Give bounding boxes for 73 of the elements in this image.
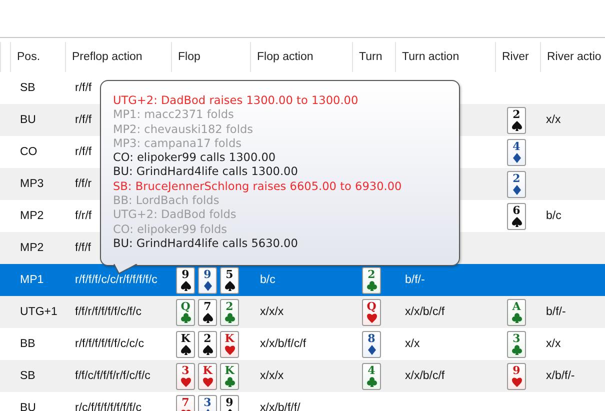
playing-card: 9 bbox=[198, 266, 217, 294]
playing-card: Q bbox=[362, 298, 381, 326]
tooltip-line: BB: LordBach folds bbox=[113, 194, 220, 208]
playing-card: 5 bbox=[220, 266, 239, 294]
playing-card: 2 bbox=[198, 330, 217, 358]
tooltip-line: CO: elipoker99 folds bbox=[113, 222, 228, 237]
table-cell: f/r/f bbox=[75, 210, 92, 222]
tooltip-line: BU: GrindHard4life calls 5630.00 bbox=[113, 236, 299, 252]
playing-card: 2 bbox=[507, 106, 526, 134]
playing-card: 9 bbox=[507, 362, 526, 390]
table-cell: BB bbox=[20, 338, 36, 350]
table-cell: x/b/f/- bbox=[546, 370, 575, 382]
playing-card: Q bbox=[176, 298, 195, 326]
table-cell: r/f/f bbox=[75, 114, 92, 126]
table-cell: BU bbox=[20, 402, 36, 411]
playing-card: 3 bbox=[507, 330, 526, 358]
playing-card: K bbox=[198, 362, 217, 390]
table-cell: b/c bbox=[546, 210, 562, 222]
table-cell: MP1 bbox=[20, 274, 44, 286]
playing-card: 3 bbox=[198, 394, 217, 411]
table-cell: x/x bbox=[405, 338, 420, 350]
playing-card: 4 bbox=[507, 138, 526, 166]
table-cell: MP3 bbox=[20, 178, 44, 190]
playing-card: K bbox=[220, 362, 239, 390]
tooltip-line: MP2: chevauski182 folds bbox=[113, 122, 254, 137]
tooltip-line: CO: elipoker99 calls 1300.00 bbox=[113, 151, 277, 166]
table-cell: SB bbox=[20, 370, 36, 382]
playing-card: 7 bbox=[176, 394, 195, 411]
table-cell: r/f/f/f/f/f/f/c/c/c bbox=[75, 338, 144, 350]
playing-card: 8 bbox=[362, 330, 381, 358]
tooltip-line: BU: GrindHard4life calls 1300.00 bbox=[113, 165, 299, 180]
playing-card: 3 bbox=[176, 362, 195, 390]
table-cell: r/f/f bbox=[75, 146, 92, 158]
tooltip-line: MP3: campana17 folds bbox=[113, 136, 243, 152]
table-cell: BU bbox=[20, 114, 36, 126]
table-cell: x/x/b/c/f bbox=[405, 370, 445, 382]
playing-card: 9 bbox=[176, 266, 195, 294]
table-cell: b/f/- bbox=[546, 306, 566, 318]
table-cell: f/f/r bbox=[75, 178, 92, 190]
table-cell: f/f/f bbox=[75, 242, 91, 254]
table-cell: f/f/r/f/f/f/f/c/f/c bbox=[75, 306, 142, 318]
table-cell: SB bbox=[20, 82, 36, 94]
table-cell: r/c/f/f/f/f/f/f/f/c bbox=[75, 402, 142, 411]
tooltip-line: SB: BruceJennerSchlong raises 6605.00 to 6930.00 bbox=[113, 180, 403, 194]
table-cell: f/f/c/f/f/f/r/f/c/f/c bbox=[75, 370, 150, 382]
table-cell: x/x/x bbox=[260, 370, 284, 382]
table-cell: UTG+1 bbox=[20, 306, 58, 318]
playing-card: 6 bbox=[507, 202, 526, 230]
playing-card: K bbox=[220, 330, 239, 358]
playing-card: 2 bbox=[220, 298, 239, 326]
tooltip-line: MP1: macc2371 folds bbox=[113, 108, 235, 123]
playing-card: 2 bbox=[362, 266, 381, 294]
table-cell: r/f/f bbox=[75, 82, 92, 94]
table-cell: CO bbox=[20, 146, 38, 158]
tooltip-line: UTG+2: DadBod raises 1300.00 to 1300.00 bbox=[113, 94, 360, 108]
playing-card: 7 bbox=[198, 298, 217, 326]
playing-card: 9 bbox=[220, 394, 239, 411]
table-cell: x/x/x bbox=[260, 306, 284, 318]
table-cell: b/f/- bbox=[405, 274, 425, 286]
table-cell: MP2 bbox=[20, 210, 44, 222]
table-cell: b/c bbox=[260, 274, 276, 286]
table-cell: x/x bbox=[546, 114, 561, 126]
tooltip-line: UTG+2: DadBod folds bbox=[113, 208, 238, 223]
playing-card: 4 bbox=[362, 362, 381, 390]
table-cell: x/x/b/f/f/ bbox=[260, 402, 300, 411]
table-cell: r/f/f/f/c/c/r/f/f/f/f/c bbox=[75, 274, 158, 286]
table-cell: x/x/b/c/f bbox=[405, 306, 445, 318]
table-cell: MP2 bbox=[20, 242, 44, 254]
table-cell: x/x bbox=[546, 338, 561, 350]
playing-card: 2 bbox=[507, 170, 526, 198]
playing-card: A bbox=[507, 298, 526, 326]
table-cell: x/x/b/f/c/f bbox=[260, 338, 306, 350]
playing-card: K bbox=[176, 330, 195, 358]
